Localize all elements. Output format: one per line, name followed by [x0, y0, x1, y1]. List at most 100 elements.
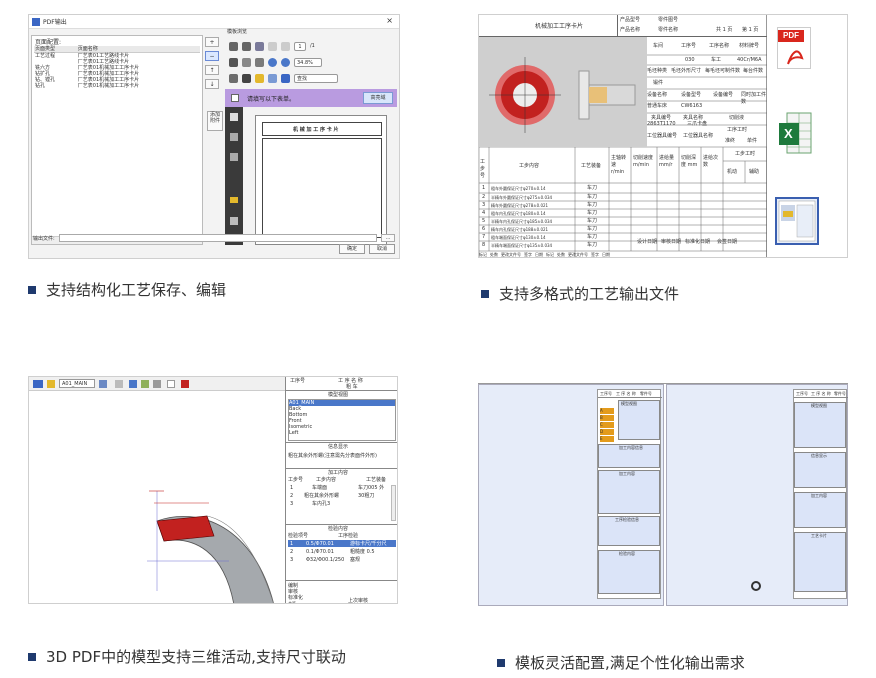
comment-icon[interactable] — [229, 73, 238, 83]
content-scrollbar[interactable] — [391, 485, 396, 521]
card-title: 机械加工工序卡片 — [535, 23, 584, 30]
home-view-icon[interactable] — [47, 380, 55, 388]
table-row[interactable]: 钻孔 厂艺表01机械加工工序卡片 — [34, 83, 200, 89]
shaft-flange — [578, 70, 590, 120]
bullet-square — [28, 285, 36, 294]
lighting-icon[interactable] — [129, 380, 137, 388]
signature-panel-icon[interactable] — [230, 197, 238, 203]
template-block[interactable]: 工艺卡片 — [794, 532, 846, 592]
print-icon[interactable] — [229, 41, 238, 51]
rotate-icon[interactable] — [33, 380, 43, 388]
pages-panel-icon[interactable] — [230, 113, 238, 121]
pen-icon[interactable] — [242, 73, 251, 83]
template-block[interactable]: 加工内容 — [598, 470, 660, 514]
preview-sidebar — [225, 107, 243, 245]
3d-model-view[interactable] — [29, 391, 285, 603]
right-template-pane: 工序号 工 序 名 称 零件号 模型视图 信息显示 加工内容 工艺卡片 — [666, 384, 848, 606]
template-block[interactable]: 加工内容 — [794, 492, 846, 528]
next-page-icon[interactable] — [281, 41, 290, 51]
zoom-out-icon[interactable] — [268, 57, 277, 67]
comments-panel-icon[interactable] — [230, 153, 238, 161]
render-mode-icon[interactable] — [115, 380, 123, 388]
card-body — [262, 138, 382, 238]
template-block[interactable]: 加工内容信息 — [598, 444, 660, 468]
caption-structured-save: 支持结构化工艺保存、编辑 — [28, 279, 226, 300]
form-notice-bar: 请填写以下表单。 高亮域 — [225, 89, 397, 107]
select-tool-icon[interactable] — [229, 57, 238, 67]
save-icon[interactable] — [242, 41, 251, 51]
form-header: 工序号 工 序 名 称 粗 车 — [286, 377, 397, 391]
bullet-square — [497, 658, 505, 667]
email-icon[interactable] — [255, 41, 264, 51]
comment-3d-icon[interactable] — [181, 380, 189, 388]
template-editor: 工序号 工 序 名 称 零件号 模型视图 加工内容信息 加工内容 工序检验信息 … — [478, 378, 848, 606]
info-section: 信息显示 粗在其余外形螺(注意需先分表面件外形) — [286, 443, 397, 469]
ring-segment-model — [147, 490, 274, 603]
output-file-input[interactable] — [59, 234, 377, 242]
zoom-tool-icon[interactable] — [255, 57, 264, 67]
template-block[interactable]: 模型视图 — [618, 400, 660, 440]
attachment-icon[interactable] — [230, 217, 238, 225]
template-preview: 模板浏览 1 /1 34.8% 查找 请填写以下表单。 高亮域 机 械 加 工 … — [225, 29, 397, 245]
template-sheet-left: 工序号 工 序 名 称 零件号 模型视图 加工内容信息 加工内容 工序检验信息 … — [597, 389, 662, 599]
page-config-table: 页面类型 页面名称 工艺过程 厂艺表01工艺路线卡片 厂艺表01工艺路线卡片 铣六… — [34, 46, 200, 89]
preview-toolbar-1: 1 /1 — [225, 39, 397, 53]
browse-button[interactable]: ... — [381, 234, 395, 242]
process-card-sheet: 机械加工工序卡片 产品型号 零件图号 产品名称 零件名称 共 1 页 第 1 页 — [479, 15, 767, 257]
attach-button[interactable]: 添加附件 — [207, 111, 223, 131]
add-button[interactable]: + — [205, 37, 219, 47]
cancel-button[interactable]: 取消 — [369, 244, 395, 254]
measure-icon[interactable] — [167, 380, 175, 388]
part-rendering — [479, 37, 647, 147]
template-block[interactable]: 信息显示 — [794, 452, 846, 488]
hand-tool-icon[interactable] — [242, 57, 251, 67]
remove-button[interactable]: − — [205, 51, 219, 61]
form-prompt: 请填写以下表单。 — [247, 96, 296, 103]
bullet-square — [481, 289, 489, 298]
template-block[interactable]: 工序检验信息 — [598, 516, 660, 546]
page-number-input[interactable]: 1 — [294, 41, 306, 51]
layers-icon[interactable] — [230, 133, 238, 141]
zoom-in-icon[interactable] — [281, 57, 290, 67]
left-template-pane: 工序号 工 序 名 称 零件号 模型视图 加工内容信息 加工内容 工序检验信息 … — [478, 384, 664, 606]
acrobat-swirl-icon — [787, 50, 804, 65]
close-icon[interactable]: × — [386, 16, 393, 25]
dialog-title-bar: PDF输出 × — [29, 15, 399, 29]
zoom-select[interactable]: 34.8% — [294, 57, 322, 67]
list-item[interactable]: Left — [289, 430, 395, 436]
template-block[interactable]: 检验内容 — [598, 550, 660, 594]
process-step-table: 工步号 工步内容 工艺装备 主轴转速 r/min 切削速度 m/min 进给量 … — [479, 147, 767, 257]
search-input[interactable]: 查找 — [294, 73, 338, 83]
model-view-section: 模型视图 A01_MAIN Back Bottom Front Isometri… — [286, 391, 397, 443]
template-sheet-right: 工序号 工 序 名 称 零件号 模型视图 信息显示 加工内容 工艺卡片 — [793, 389, 848, 599]
form-fill-icon — [231, 94, 239, 102]
process-info-form: 工序号 工 序 名 称 粗 车 模型视图 A01_MAIN Back Botto… — [285, 377, 397, 604]
move-up-button[interactable]: ↑ — [205, 65, 219, 75]
view-list[interactable]: A01_MAIN Back Bottom Front Isometric Lef… — [288, 399, 396, 441]
page-total: /1 — [310, 42, 315, 49]
highlight-icon[interactable] — [255, 73, 264, 83]
preview-toolbar-2: 34.8% — [225, 55, 397, 69]
check-section: 检验内容 检验项号 工序检验 1 0.5/Φ70.01 游标卡尺/千分尺 2 0… — [286, 525, 397, 581]
cross-section-icon[interactable] — [153, 380, 161, 388]
form-icon[interactable] — [268, 73, 277, 83]
sign-icon[interactable] — [281, 73, 290, 83]
pdf-file-icon: PDF — [777, 27, 811, 69]
background-icon[interactable] — [141, 380, 149, 388]
card-info-block: 车间 工序号 工序名称 材料牌号 030 车工 40Cr/M6A 毛坯种类 毛坯… — [647, 43, 767, 147]
projection-icon[interactable] — [99, 380, 107, 388]
ok-button[interactable]: 确定 — [339, 244, 365, 254]
sign-section: 编制 审核 标准化 会签 上次审核 — [288, 583, 369, 604]
bullet-square — [28, 652, 36, 661]
highlight-fields-button[interactable]: 高亮域 — [363, 92, 393, 104]
card-preview-page: 机 械 加 工 序 卡 片 — [255, 115, 387, 245]
image-file-icon — [775, 197, 819, 245]
move-down-button[interactable]: ↓ — [205, 79, 219, 89]
app-icon — [32, 18, 40, 26]
sheet-header: 工序号 工 序 名 称 零件号 — [794, 390, 848, 398]
template-block[interactable]: 模型视图 — [794, 402, 846, 448]
prev-page-icon[interactable] — [268, 41, 277, 51]
3d-pdf-viewer: A01_MAIN 工序号 工 序 名 称 粗 车 模型视图 A01_MAIN B… — [28, 376, 398, 604]
view-select[interactable]: A01_MAIN — [59, 379, 95, 388]
anchor-handle-icon[interactable] — [751, 581, 761, 591]
